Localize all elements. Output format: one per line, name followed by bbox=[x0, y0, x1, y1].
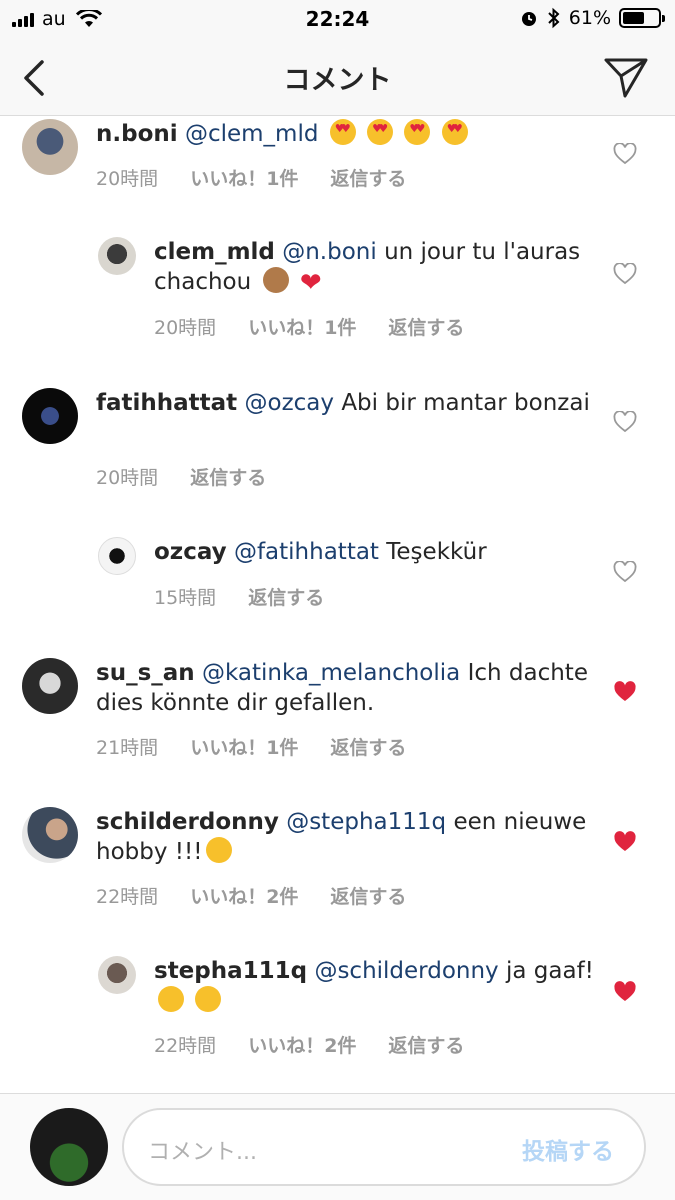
comment-username[interactable]: ozcay bbox=[154, 539, 227, 565]
avatar[interactable] bbox=[98, 537, 136, 575]
heart-eyes-emoji-icon bbox=[329, 119, 356, 145]
comment-time: 20時間 bbox=[96, 467, 159, 489]
like-heart-icon[interactable] bbox=[613, 561, 637, 583]
battery-fill bbox=[623, 12, 644, 24]
comment-meta: 15時間 返信する bbox=[154, 583, 324, 610]
red-heart-emoji-icon: ❤ bbox=[299, 268, 322, 298]
reply-button[interactable]: 返信する bbox=[330, 164, 406, 191]
comment-meta: 20時間 いいね！1件 返信する bbox=[96, 164, 406, 191]
comment-text: n.boni @clem_mld bbox=[96, 119, 596, 149]
comment-mention[interactable]: @katinka_melancholia bbox=[202, 660, 460, 686]
comment-likes-link[interactable]: いいね！1件 bbox=[190, 164, 298, 191]
comment-mention[interactable]: @clem_mld bbox=[185, 121, 319, 147]
comment-mention[interactable]: @ozcay bbox=[245, 390, 335, 416]
comment-mention[interactable]: @schilderdonny bbox=[314, 958, 498, 984]
comment-username[interactable]: clem_mld bbox=[154, 239, 275, 265]
avatar[interactable] bbox=[98, 237, 136, 275]
comment-username[interactable]: stepha111q bbox=[154, 958, 307, 984]
comment-mention[interactable]: @fatihhattat bbox=[234, 539, 379, 565]
comment-time: 22時間 bbox=[96, 886, 159, 908]
battery-icon bbox=[619, 8, 665, 28]
comment-meta: 22時間 いいね！2件 返信する bbox=[96, 882, 406, 909]
avatar[interactable] bbox=[98, 956, 136, 994]
comment-mention[interactable]: @stepha111q bbox=[286, 809, 446, 835]
comment-input[interactable]: コメント... 投稿する bbox=[122, 1108, 646, 1186]
reply-button[interactable]: 返信する bbox=[388, 313, 464, 340]
comment-username[interactable]: schilderdonny bbox=[96, 809, 279, 835]
comment-body: Abi bir mantar bonzai bbox=[341, 390, 590, 416]
comment-meta: 22時間 いいね！2件 返信する bbox=[154, 1031, 464, 1058]
avatar[interactable] bbox=[22, 388, 78, 444]
comment-meta: 20時間 返信する bbox=[96, 463, 266, 490]
reply-button[interactable]: 返信する bbox=[248, 583, 324, 610]
bluetooth-icon bbox=[548, 7, 560, 29]
comment-text: ozcay @fatihhattat Teşekkür bbox=[154, 537, 594, 567]
avatar[interactable] bbox=[22, 119, 78, 175]
hugging-emoji-icon bbox=[158, 986, 184, 1012]
comment-time: 21時間 bbox=[96, 737, 159, 759]
comment-mention[interactable]: @n.boni bbox=[282, 239, 377, 265]
like-heart-icon[interactable] bbox=[613, 263, 637, 285]
see-no-evil-monkey-emoji-icon bbox=[262, 267, 289, 293]
comment-item: schilderdonny @stepha111q een nieuwe hob… bbox=[0, 805, 675, 915]
reply-button[interactable]: 返信する bbox=[190, 463, 266, 490]
comment-username[interactable]: n.boni bbox=[96, 121, 178, 147]
page-title: コメント bbox=[283, 65, 392, 96]
current-user-avatar bbox=[30, 1108, 108, 1186]
liked-heart-icon[interactable] bbox=[613, 981, 637, 1003]
nav-bar: コメント bbox=[0, 38, 675, 116]
comment-text: stepha111q @schilderdonny ja gaaf! bbox=[154, 956, 594, 1016]
comment-text: su_s_an @katinka_melancholia Ich dachte … bbox=[96, 658, 596, 718]
comment-body: ja gaaf! bbox=[505, 958, 594, 984]
comment-input-placeholder: コメント... bbox=[148, 1140, 257, 1165]
comment-username[interactable]: fatihhattat bbox=[96, 390, 237, 416]
comment-text: schilderdonny @stepha111q een nieuwe hob… bbox=[96, 807, 596, 867]
status-right: 61% bbox=[519, 7, 665, 29]
comment-item: stepha111q @schilderdonny ja gaaf! 22時間 … bbox=[0, 955, 675, 1075]
battery-percent: 61% bbox=[568, 7, 611, 29]
hugging-emoji-icon bbox=[195, 986, 222, 1012]
comment-meta: 21時間 いいね！1件 返信する bbox=[96, 733, 406, 760]
status-bar: au 22:24 61% bbox=[0, 0, 675, 38]
comment-text: fatihhattat @ozcay Abi bir mantar bonzai bbox=[96, 388, 596, 418]
liked-heart-icon[interactable] bbox=[613, 681, 637, 703]
comment-item: su_s_an @katinka_melancholia Ich dachte … bbox=[0, 655, 675, 765]
avatar[interactable] bbox=[22, 807, 78, 863]
send-direct-icon[interactable] bbox=[603, 54, 649, 100]
reply-button[interactable]: 返信する bbox=[388, 1031, 464, 1058]
comment-item: clem_mld @n.boni un jour tu l'auras chac… bbox=[0, 235, 675, 355]
like-heart-icon[interactable] bbox=[613, 143, 637, 165]
reply-button[interactable]: 返信する bbox=[330, 882, 406, 909]
comment-likes-link[interactable]: いいね！2件 bbox=[190, 882, 298, 909]
avatar[interactable] bbox=[22, 658, 78, 714]
alarm-icon bbox=[521, 12, 536, 26]
comment-meta: 20時間 いいね！1件 返信する bbox=[154, 313, 464, 340]
comment-likes-link[interactable]: いいね！1件 bbox=[190, 733, 298, 760]
comment-item: ozcay @fatihhattat Teşekkür 15時間 返信する bbox=[0, 535, 675, 625]
comment-item: fatihhattat @ozcay Abi bir mantar bonzai… bbox=[0, 385, 675, 495]
comment-time: 15時間 bbox=[154, 587, 217, 609]
comment-composer: コメント... 投稿する bbox=[0, 1093, 675, 1200]
liked-heart-icon[interactable] bbox=[613, 831, 637, 853]
heart-eyes-emoji-icon bbox=[404, 119, 431, 145]
winking-tongue-emoji-icon bbox=[206, 837, 233, 863]
like-heart-icon[interactable] bbox=[613, 411, 637, 433]
comments-list[interactable]: n.boni @clem_mld 20時間 いいね！1件 返信する clem_m… bbox=[0, 117, 675, 1092]
comment-likes-link[interactable]: いいね！2件 bbox=[248, 1031, 356, 1058]
heart-eyes-emoji-icon bbox=[367, 119, 394, 145]
comment-time: 22時間 bbox=[154, 1035, 217, 1057]
post-button[interactable]: 投稿する bbox=[522, 1132, 614, 1166]
comment-time: 20時間 bbox=[154, 317, 217, 339]
heart-eyes-emoji-icon bbox=[441, 119, 468, 145]
reply-button[interactable]: 返信する bbox=[330, 733, 406, 760]
comment-username[interactable]: su_s_an bbox=[96, 660, 195, 686]
comment-item: n.boni @clem_mld 20時間 いいね！1件 返信する bbox=[0, 117, 675, 217]
comment-text: clem_mld @n.boni un jour tu l'auras chac… bbox=[154, 237, 594, 297]
comment-time: 20時間 bbox=[96, 168, 159, 190]
comment-likes-link[interactable]: いいね！1件 bbox=[248, 313, 356, 340]
comment-body: Teşekkür bbox=[386, 539, 487, 565]
